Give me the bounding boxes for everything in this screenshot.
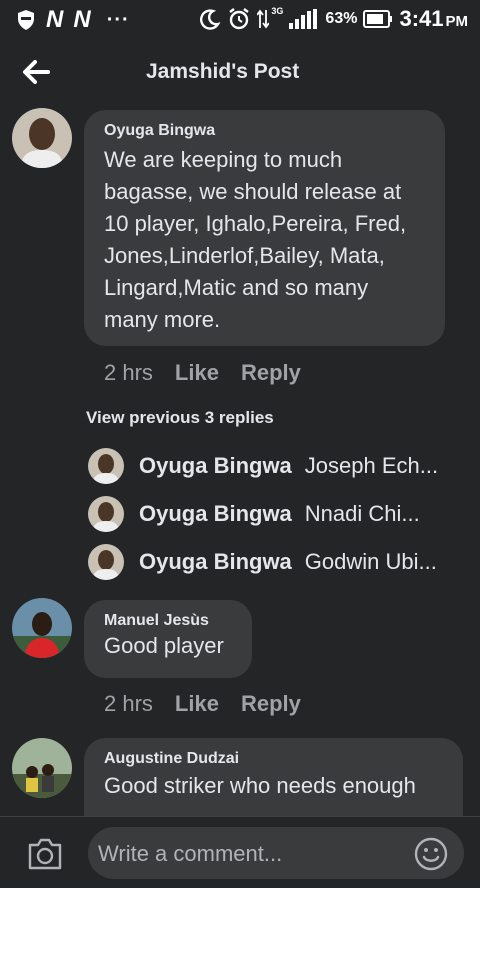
battery-percent: 63% xyxy=(325,10,358,27)
app-screen: N N ··· 3G 63% 3:41 PM Jamshid's Post Oy… xyxy=(0,0,480,888)
avatar-photo xyxy=(12,738,72,798)
clock-ampm: PM xyxy=(445,13,469,30)
reply-button[interactable]: Reply xyxy=(241,691,301,717)
status-left-icons: N N ··· xyxy=(16,8,130,32)
more-notifications-icon: ··· xyxy=(106,8,130,31)
comment-text: Good striker who needs enough xyxy=(104,773,416,798)
view-previous-replies-link[interactable]: View previous 3 replies xyxy=(86,408,274,428)
comment-author[interactable]: Manuel Jesùs xyxy=(104,612,232,630)
comment-input-container[interactable] xyxy=(88,827,464,881)
reply-preview-row[interactable]: Oyuga Bingwa Godwin Ubi... xyxy=(88,542,458,582)
reply-preview-row[interactable]: Oyuga Bingwa Nnadi Chi... xyxy=(88,494,458,534)
network-type-label: 3G xyxy=(271,6,284,16)
emoji-icon[interactable] xyxy=(414,837,448,871)
avatar[interactable] xyxy=(88,496,124,532)
reply-text: Nnadi Chi... xyxy=(304,501,420,526)
shield-icon xyxy=(18,10,34,30)
battery-icon xyxy=(363,10,393,28)
avatar[interactable] xyxy=(12,108,72,168)
comment-author[interactable]: Oyuga Bingwa xyxy=(104,122,425,140)
back-arrow-icon[interactable] xyxy=(20,56,52,88)
avatar[interactable] xyxy=(88,448,124,484)
signal-strength-icon xyxy=(289,9,318,29)
like-button[interactable]: Like xyxy=(175,691,219,717)
clock: 3:41 PM xyxy=(399,6,468,32)
comment-bubble[interactable]: Oyuga Bingwa We are keeping to much baga… xyxy=(84,110,445,346)
comment-composer xyxy=(0,816,480,888)
alarm-clock-icon xyxy=(229,8,250,30)
status-right-icons: 3G 63% 3:41 PM xyxy=(199,6,468,32)
do-not-disturb-moon-icon xyxy=(200,9,221,30)
avatar-photo xyxy=(12,598,72,658)
camera-icon[interactable] xyxy=(26,837,64,871)
data-transfer-arrows-icon xyxy=(257,9,270,29)
avatar[interactable] xyxy=(12,598,72,658)
avatar-photo xyxy=(12,108,72,168)
avatar[interactable] xyxy=(88,544,124,580)
comment-actions: 2 hrs Like Reply xyxy=(104,360,301,386)
comment-author[interactable]: Augustine Dudzai xyxy=(104,750,443,768)
comment-input[interactable] xyxy=(88,827,410,881)
status-bar: N N ··· 3G 63% 3:41 PM xyxy=(0,0,480,38)
page-title: Jamshid's Post xyxy=(146,60,300,83)
comment-text: We are keeping to much bagasse, we shoul… xyxy=(104,147,407,332)
post-header: Jamshid's Post xyxy=(0,40,480,104)
reply-preview-row[interactable]: Oyuga Bingwa Joseph Ech... xyxy=(88,446,458,486)
like-button[interactable]: Like xyxy=(175,360,219,386)
comment-time: 2 hrs xyxy=(104,360,153,385)
reply-author[interactable]: Oyuga Bingwa xyxy=(139,549,292,575)
reply-author[interactable]: Oyuga Bingwa xyxy=(139,501,292,527)
reply-text: Godwin Ubi... xyxy=(304,549,437,574)
reply-button[interactable]: Reply xyxy=(241,360,301,386)
comment-time: 2 hrs xyxy=(104,691,153,716)
notification-n-icon: N xyxy=(46,6,64,33)
avatar[interactable] xyxy=(12,738,72,798)
reply-author[interactable]: Oyuga Bingwa xyxy=(139,453,292,479)
comment-bubble[interactable]: Manuel Jesùs Good player xyxy=(84,600,252,678)
notification-n-icon: N xyxy=(73,6,91,33)
reply-text: Joseph Ech... xyxy=(304,453,439,478)
comment-text: Good player xyxy=(104,633,224,658)
comment-actions: 2 hrs Like Reply xyxy=(104,691,301,717)
clock-time: 3:41 xyxy=(399,6,444,31)
